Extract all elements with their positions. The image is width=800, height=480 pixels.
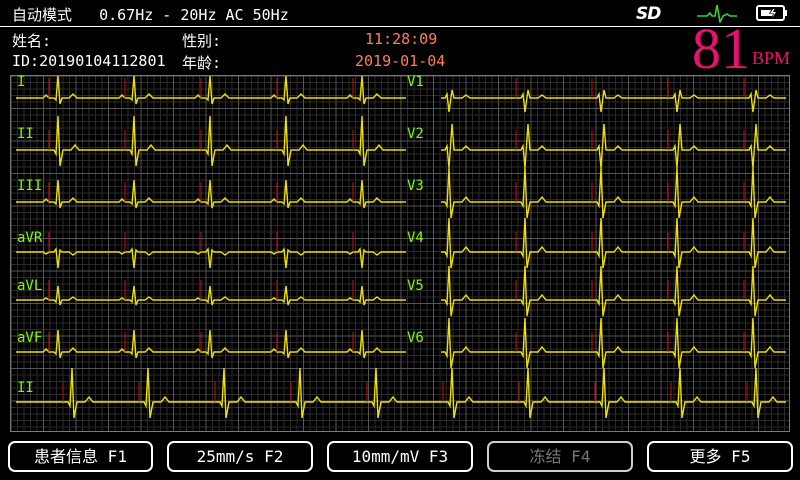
gender-label: 性别: (182, 32, 222, 50)
ecg-trace-aVL (16, 285, 406, 306)
ecg-trace-aVF (16, 329, 406, 359)
ecg-trace-I (16, 76, 406, 105)
lead-label-I: I (17, 74, 26, 90)
lead-label-V1: V1 (407, 74, 424, 90)
ecg-trace-III (16, 179, 406, 209)
lead-label-V3: V3 (407, 178, 424, 194)
ecg-trace-V2 (441, 123, 786, 169)
ecg-grid (11, 76, 789, 431)
age-label: 年龄: (182, 54, 222, 72)
lead-label-V2: V2 (407, 126, 424, 142)
lead-label-rhythm-II: II (17, 380, 34, 396)
heart-rate-unit: BPM (752, 48, 791, 68)
time-display: 11:28:09 (365, 30, 438, 48)
ecg-display (10, 75, 790, 432)
lead-label-II: II (17, 126, 34, 142)
lead-label-V5: V5 (407, 278, 424, 294)
freeze-button[interactable]: 冻结 F4 (487, 441, 633, 472)
patient-id: ID:20190104112801 (12, 52, 166, 70)
lead-label-aVL: aVL (17, 278, 43, 294)
lead-label-aVR: aVR (17, 230, 43, 246)
sd-card-icon: SD (636, 4, 661, 24)
filter-mode-text: 自动模式 0.67Hz - 20Hz AC 50Hz (12, 6, 289, 24)
lead-label-V6: V6 (407, 330, 424, 346)
name-label: 姓名: (12, 32, 52, 50)
patient-info-button[interactable]: 患者信息 F1 (8, 441, 153, 472)
gain-button[interactable]: 10mm/mV F3 (327, 441, 473, 472)
lead-label-V4: V4 (407, 230, 424, 246)
battery-icon (756, 5, 787, 21)
heart-rate-value: 81 (692, 16, 750, 81)
status-divider (0, 26, 800, 27)
paper-speed-button[interactable]: 25mm/s F2 (167, 441, 313, 472)
lead-label-III: III (17, 178, 43, 194)
lead-label-aVF: aVF (17, 330, 43, 346)
date-display: 2019-01-04 (355, 52, 446, 70)
more-button[interactable]: 更多 F5 (647, 441, 793, 472)
